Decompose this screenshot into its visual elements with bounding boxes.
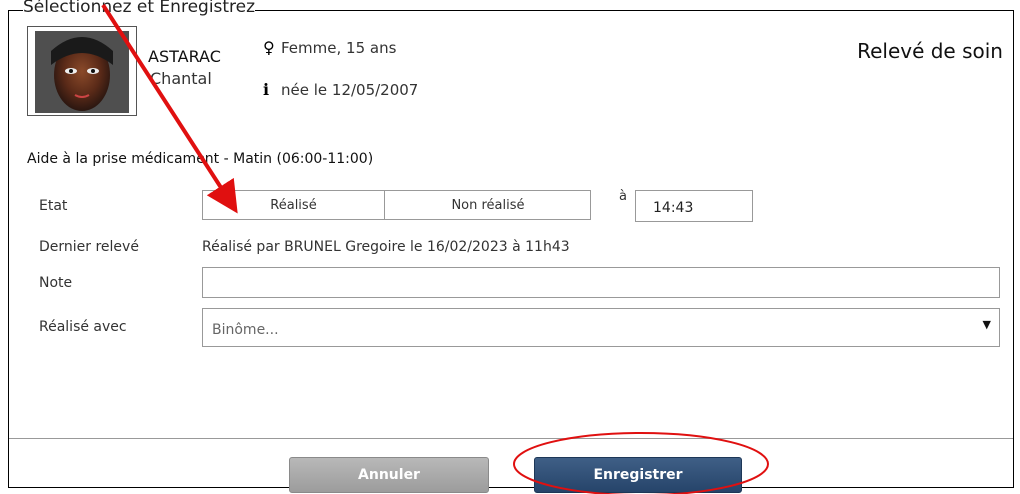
time-input[interactable]: 14:43 xyxy=(635,190,753,222)
patient-sex-age: ♀ Femme, 15 ans xyxy=(263,38,396,57)
binome-select-placeholder: Binôme... xyxy=(212,322,279,338)
etat-option-realise[interactable]: Réalisé xyxy=(203,191,385,219)
last-record-label: Dernier relevé xyxy=(39,239,139,255)
female-person-icon: ♀ xyxy=(263,38,275,57)
etat-option-non-realise[interactable]: Non réalisé xyxy=(385,191,591,219)
save-button[interactable]: Enregistrer xyxy=(534,457,742,493)
last-record-value: Réalisé par BRUNEL Gregoire le 16/02/202… xyxy=(202,239,570,255)
birth-text: née le 12/05/2007 xyxy=(281,81,419,99)
etat-segmented-control: Réalisé Non réalisé xyxy=(202,190,591,220)
patient-photo xyxy=(27,26,137,116)
sex-age-text: Femme, 15 ans xyxy=(281,39,397,57)
page-title: Relevé de soin xyxy=(857,39,1003,63)
time-at-label: à xyxy=(619,189,627,204)
cancel-button[interactable]: Annuler xyxy=(289,457,489,493)
patient-first-name: Chantal xyxy=(150,69,212,88)
info-icon: i xyxy=(263,80,270,99)
note-input[interactable] xyxy=(202,267,1000,298)
etat-label: Etat xyxy=(39,198,68,214)
done-with-label: Réalisé avec xyxy=(39,319,127,335)
chevron-down-icon: ▼ xyxy=(982,318,991,331)
care-record-dialog: Sélectionnez et Enregistrez ASTARAC Chan… xyxy=(8,0,1014,493)
patient-birth: i née le 12/05/2007 xyxy=(263,80,418,99)
footer-divider xyxy=(9,438,1013,439)
annotation-caption: Sélectionnez et Enregistrez xyxy=(23,0,256,17)
care-task-title: Aide à la prise médicament - Matin (06:0… xyxy=(27,151,374,167)
note-label: Note xyxy=(39,275,73,291)
binome-select[interactable]: Binôme... ▼ xyxy=(202,308,1000,347)
patient-last-name: ASTARAC xyxy=(148,47,221,66)
